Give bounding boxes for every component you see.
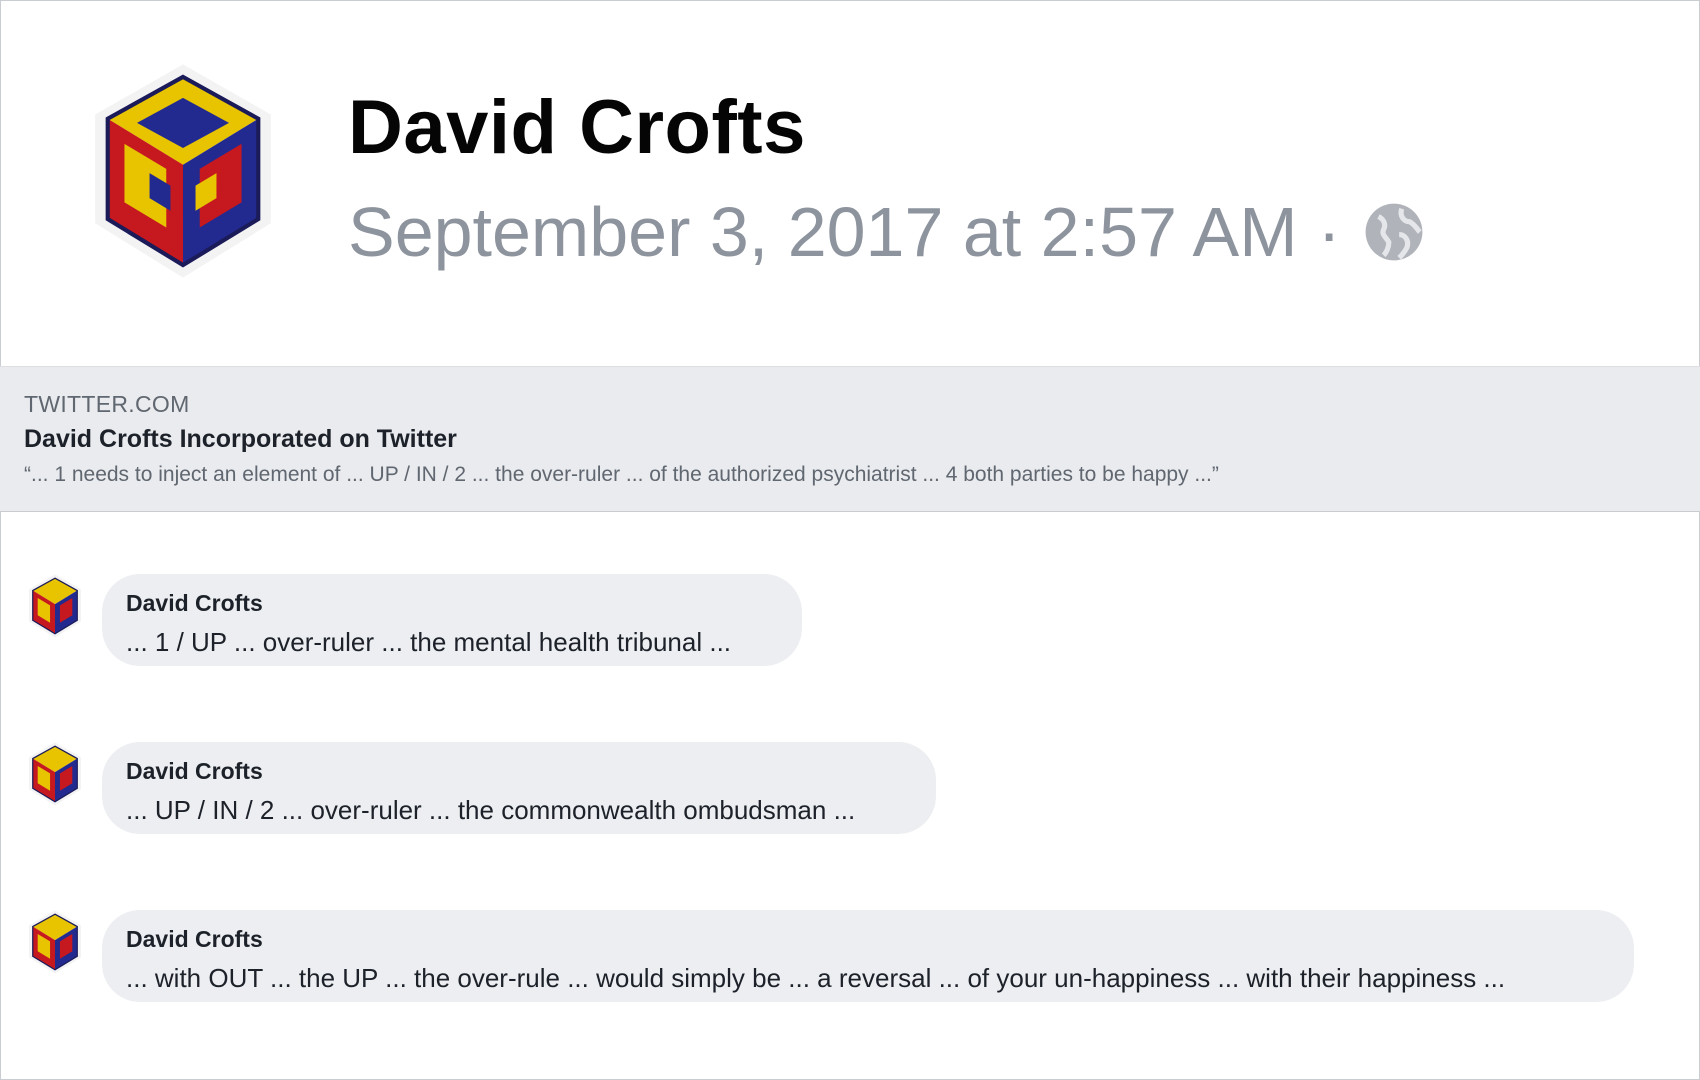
link-preview-card[interactable]: TWITTER.COM David Crofts Incorporated on… bbox=[0, 366, 1700, 512]
comment-avatar-cube-icon[interactable] bbox=[24, 740, 86, 808]
comment-bubble: David Crofts ... 1 / UP ... over-ruler .… bbox=[102, 574, 802, 666]
post-meta: September 3, 2017 at 2:57 AM · bbox=[348, 192, 1425, 272]
comment-bubble: David Crofts ... UP / IN / 2 ... over-ru… bbox=[102, 742, 936, 834]
profile-avatar-cube-icon[interactable] bbox=[78, 56, 288, 286]
link-preview-domain: TWITTER.COM bbox=[24, 391, 190, 417]
comment-text: ... UP / IN / 2 ... over-ruler ... the c… bbox=[126, 795, 856, 825]
comment-bubble: David Crofts ... with OUT ... the UP ...… bbox=[102, 910, 1634, 1002]
link-preview-description: “... 1 needs to inject an element of ...… bbox=[24, 463, 1219, 486]
globe-icon[interactable] bbox=[1363, 201, 1425, 263]
post-timestamp[interactable]: September 3, 2017 at 2:57 AM bbox=[348, 192, 1298, 272]
comment-avatar-cube-icon[interactable] bbox=[24, 572, 86, 640]
post-header: David Crofts September 3, 2017 at 2:57 A… bbox=[0, 0, 1700, 366]
meta-separator: · bbox=[1317, 193, 1341, 271]
comment-author[interactable]: David Crofts bbox=[126, 926, 1610, 953]
comment-author[interactable]: David Crofts bbox=[126, 590, 778, 617]
comment-text: ... with OUT ... the UP ... the over-rul… bbox=[126, 963, 1506, 993]
post-author-name[interactable]: David Crofts bbox=[348, 84, 806, 171]
comment-author[interactable]: David Crofts bbox=[126, 758, 912, 785]
link-preview-title[interactable]: David Crofts Incorporated on Twitter bbox=[24, 425, 457, 454]
comment-avatar-cube-icon[interactable] bbox=[24, 908, 86, 976]
comment-text: ... 1 / UP ... over-ruler ... the mental… bbox=[126, 627, 732, 657]
